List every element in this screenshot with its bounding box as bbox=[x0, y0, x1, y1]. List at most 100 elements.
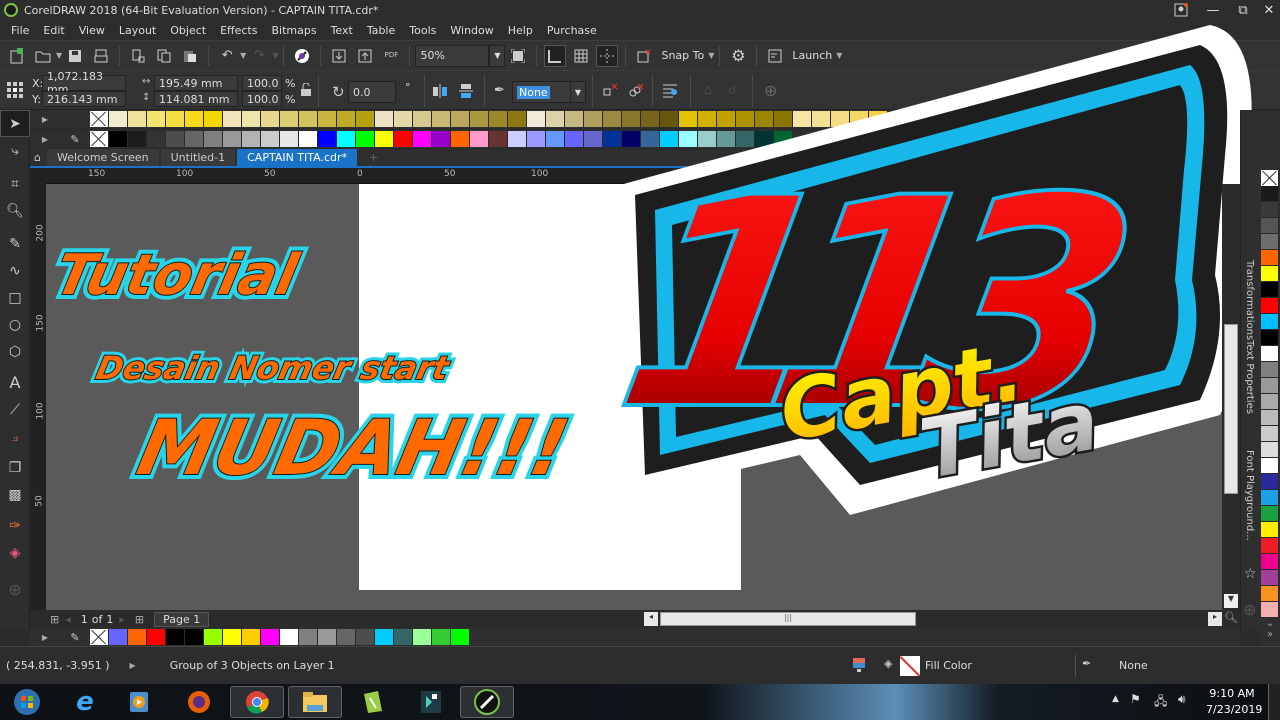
menu-layout[interactable]: Layout bbox=[112, 24, 163, 37]
color-swatch[interactable] bbox=[318, 131, 337, 147]
eyedropper-tool-icon[interactable]: ✑ bbox=[0, 512, 30, 539]
clock-time[interactable]: 9:10 AM bbox=[1206, 687, 1258, 700]
color-swatch[interactable] bbox=[166, 131, 185, 147]
color-swatch[interactable] bbox=[413, 131, 432, 147]
parallel-dimension-tool-icon[interactable]: ⟋ bbox=[0, 396, 30, 423]
color-swatch[interactable] bbox=[299, 629, 318, 645]
publish-pdf-icon[interactable]: PDF bbox=[380, 45, 402, 67]
docker-text-properties[interactable]: Text Properties bbox=[1244, 340, 1255, 414]
color-swatch[interactable] bbox=[261, 131, 280, 147]
zoom-dropdown-icon[interactable]: ▼ bbox=[489, 44, 506, 67]
tab-welcome-screen[interactable]: Welcome Screen bbox=[46, 149, 159, 166]
color-swatch[interactable] bbox=[1261, 250, 1279, 266]
color-swatch[interactable] bbox=[1261, 570, 1279, 586]
color-swatch[interactable] bbox=[280, 131, 299, 147]
color-swatch[interactable] bbox=[489, 131, 508, 147]
color-swatch[interactable] bbox=[1261, 362, 1279, 378]
open-folder-icon[interactable] bbox=[32, 45, 54, 67]
color-swatch[interactable] bbox=[318, 629, 337, 645]
color-swatch[interactable] bbox=[375, 131, 394, 147]
color-swatch[interactable] bbox=[337, 131, 356, 147]
clock-date[interactable]: 7/23/2019 bbox=[1206, 703, 1262, 716]
redo-dropdown-icon[interactable]: ▼ bbox=[272, 51, 278, 60]
volume-icon[interactable]: 🔊︎ bbox=[1178, 692, 1186, 707]
drop-shadow-tool-icon[interactable]: ❐ bbox=[0, 454, 30, 481]
color-swatch[interactable] bbox=[280, 111, 299, 127]
color-swatch[interactable] bbox=[337, 111, 356, 127]
palette-eyedropper-icon[interactable]: ✎ bbox=[60, 133, 90, 146]
color-swatch[interactable] bbox=[1261, 506, 1279, 522]
color-swatch[interactable] bbox=[1261, 218, 1279, 234]
menu-edit[interactable]: Edit bbox=[36, 24, 71, 37]
color-swatch[interactable] bbox=[204, 629, 223, 645]
zoom-navigator-icon[interactable]: 🔍︎ bbox=[1224, 611, 1238, 624]
palette-expand-icon[interactable]: ▶ bbox=[30, 633, 60, 642]
show-desktop-button[interactable] bbox=[1268, 684, 1280, 720]
color-swatch[interactable] bbox=[1261, 538, 1279, 554]
file-explorer-icon[interactable] bbox=[288, 686, 342, 718]
color-swatch[interactable] bbox=[109, 111, 128, 127]
color-swatch[interactable] bbox=[546, 111, 565, 127]
no-color-swatch[interactable] bbox=[1261, 170, 1279, 186]
new-document-icon[interactable] bbox=[6, 45, 28, 67]
save-icon[interactable] bbox=[64, 45, 86, 67]
color-swatch[interactable] bbox=[375, 111, 394, 127]
add-page-after-icon[interactable]: ⊞ bbox=[135, 613, 144, 626]
color-swatch[interactable] bbox=[242, 629, 261, 645]
lock-ratio-icon[interactable] bbox=[300, 82, 312, 100]
color-swatch[interactable] bbox=[394, 111, 413, 127]
menu-tools[interactable]: Tools bbox=[402, 24, 443, 37]
undo-dropdown-icon[interactable]: ▼ bbox=[240, 51, 246, 60]
palette-eyedropper-icon[interactable]: ✎ bbox=[60, 631, 90, 644]
color-swatch[interactable] bbox=[375, 629, 394, 645]
color-swatch[interactable] bbox=[1261, 490, 1279, 506]
pick-tool-icon[interactable]: ➤ bbox=[0, 110, 30, 137]
redo-icon[interactable]: ↷ bbox=[248, 45, 270, 67]
color-swatch[interactable] bbox=[1261, 474, 1279, 490]
color-swatch[interactable] bbox=[451, 111, 470, 127]
import-icon[interactable] bbox=[328, 45, 350, 67]
color-swatch[interactable] bbox=[1261, 522, 1279, 538]
fill-swatch[interactable] bbox=[900, 656, 920, 676]
mirror-horizontal-icon[interactable] bbox=[432, 83, 448, 102]
open-dropdown-icon[interactable]: ▼ bbox=[56, 51, 62, 60]
horizontal-scroll-thumb[interactable]: ||| bbox=[660, 612, 916, 626]
color-swatch[interactable] bbox=[432, 629, 451, 645]
color-swatch[interactable] bbox=[128, 111, 147, 127]
color-swatch[interactable] bbox=[527, 131, 546, 147]
color-swatch[interactable] bbox=[413, 629, 432, 645]
search-content-icon[interactable] bbox=[291, 45, 313, 67]
color-swatch[interactable] bbox=[1261, 394, 1279, 410]
docker-font-playground[interactable]: Font Playground... bbox=[1244, 450, 1255, 541]
color-proof-icon[interactable] bbox=[852, 657, 866, 676]
color-swatch[interactable] bbox=[299, 131, 318, 147]
color-swatch[interactable] bbox=[451, 131, 470, 147]
color-swatch[interactable] bbox=[166, 111, 185, 127]
color-swatch[interactable] bbox=[204, 131, 223, 147]
color-swatch[interactable] bbox=[451, 629, 470, 645]
color-swatch[interactable] bbox=[223, 629, 242, 645]
corel-graphics-suite-icon[interactable] bbox=[346, 686, 400, 718]
firefox-icon[interactable] bbox=[172, 686, 226, 718]
color-swatch[interactable] bbox=[546, 131, 565, 147]
action-center-flag-icon[interactable]: ⚑ bbox=[1130, 692, 1141, 706]
color-swatch[interactable] bbox=[508, 131, 527, 147]
show-hidden-icons[interactable]: ▲ bbox=[1112, 694, 1119, 704]
color-swatch[interactable] bbox=[1261, 378, 1279, 394]
text-tool-icon[interactable]: A bbox=[0, 369, 30, 396]
export-icon[interactable] bbox=[354, 45, 376, 67]
color-swatch[interactable] bbox=[109, 629, 128, 645]
favorites-star-icon[interactable]: ☆ bbox=[1244, 566, 1257, 582]
interactive-fill-tool-icon[interactable]: ◈ bbox=[0, 539, 30, 566]
color-swatch[interactable] bbox=[185, 131, 204, 147]
color-swatch[interactable] bbox=[1261, 314, 1279, 330]
polygon-tool-icon[interactable]: ⬡ bbox=[0, 338, 30, 365]
artistic-media-tool-icon[interactable]: ∿ bbox=[0, 257, 30, 284]
height-field[interactable]: 114.081 mm bbox=[154, 91, 238, 107]
tab-page-1[interactable]: Page 1 bbox=[154, 611, 210, 627]
no-color-swatch[interactable] bbox=[90, 629, 109, 645]
ruler-origin[interactable] bbox=[30, 168, 46, 184]
menu-effects[interactable]: Effects bbox=[213, 24, 264, 37]
color-swatch[interactable] bbox=[204, 111, 223, 127]
color-swatch[interactable] bbox=[394, 131, 413, 147]
